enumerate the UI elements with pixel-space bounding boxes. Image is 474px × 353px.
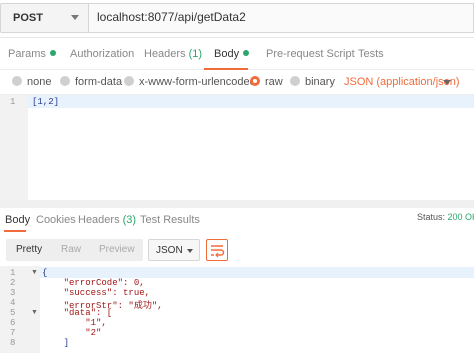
line-number: 2	[10, 278, 16, 288]
code-line: ]	[42, 338, 70, 348]
tab-pre-request-script-label: Pre-request Script	[266, 48, 355, 60]
resp-tab-headers-count: (3)	[122, 214, 137, 226]
radio-none[interactable]: none	[12, 76, 51, 88]
request-body-editor[interactable]: 1 [1,2]	[0, 94, 474, 201]
response-toolbar: Pretty Raw Preview JSON	[0, 232, 474, 266]
tab-authorization-label: Authorization	[70, 48, 135, 60]
radio-icon	[60, 76, 70, 86]
radio-binary-label: binary	[305, 76, 335, 88]
method-dropdown[interactable]: POST	[0, 3, 88, 33]
radio-selected-icon	[250, 76, 260, 86]
radio-none-label: none	[27, 76, 52, 88]
view-mode-group: Pretty Raw Preview	[6, 239, 143, 261]
request-url-bar: POST localhost:8077/api/getData2	[0, 0, 474, 38]
radio-raw-label: raw	[265, 76, 283, 88]
code-line: "data": [	[42, 308, 113, 318]
tab-pre-request-script[interactable]: Pre-request Script	[266, 48, 355, 60]
response-status: Status: 200 OK	[417, 212, 474, 222]
tab-tests[interactable]: Tests	[358, 48, 384, 60]
tab-body[interactable]: Body	[214, 48, 250, 60]
radio-form-data-label: form-data	[75, 76, 123, 88]
tab-headers-count: (1)	[188, 48, 203, 60]
line-number-gutter	[0, 95, 28, 201]
code-line: "success": true,	[42, 288, 151, 298]
response-tabs: Body Cookies Headers (3) Test Results	[0, 208, 474, 232]
status-label: Status:	[417, 212, 446, 222]
format-dropdown[interactable]: JSON	[148, 239, 200, 261]
section-divider	[0, 200, 474, 208]
line-number: 5	[10, 308, 16, 318]
pretty-button[interactable]: Pretty	[16, 244, 42, 255]
format-label: JSON	[156, 245, 183, 256]
radio-urlencoded-label: x-www-form-urlencoded	[139, 76, 256, 88]
resp-tab-test-results[interactable]: Test Results	[140, 214, 200, 226]
wrap-lines-button[interactable]	[206, 239, 228, 261]
line-number: 4	[10, 298, 16, 308]
url-input[interactable]: localhost:8077/api/getData2	[88, 3, 474, 33]
line-number: 1	[10, 268, 16, 278]
code-line: "1",	[42, 318, 107, 328]
radio-binary[interactable]: binary	[290, 76, 335, 88]
tab-params-label: Params	[8, 48, 46, 60]
preview-button[interactable]: Preview	[99, 244, 135, 255]
chevron-down-icon	[443, 80, 451, 85]
raw-button[interactable]: Raw	[61, 244, 81, 255]
code-line: {	[42, 268, 48, 278]
radio-form-data[interactable]: form-data	[60, 76, 122, 88]
response-body-viewer[interactable]: 1 2 3 4 5 6 7 8 ▼ ▼ { "errorCode": 0, "s…	[0, 266, 474, 353]
code-line: "errorCode": 0,	[42, 278, 145, 288]
line-number: 1	[10, 97, 16, 107]
status-value: 200 OK	[447, 212, 474, 222]
request-tabs: Params Authorization Headers (1) Body Pr…	[0, 38, 474, 70]
line-number: 3	[10, 288, 16, 298]
tab-tests-label: Tests	[358, 48, 384, 60]
radio-raw[interactable]: raw	[250, 76, 283, 88]
resp-tab-body[interactable]: Body	[5, 214, 30, 226]
code-line: "2"	[42, 328, 102, 338]
resp-tab-headers-label: Headers	[78, 214, 120, 226]
method-label: POST	[13, 12, 43, 24]
fold-toggle-icon[interactable]: ▼	[31, 269, 38, 276]
active-line-highlight	[28, 95, 474, 108]
active-line-highlight	[40, 267, 474, 278]
resp-tab-headers[interactable]: Headers (3)	[78, 214, 136, 226]
wrap-lines-icon	[211, 245, 225, 258]
line-number: 7	[10, 328, 16, 338]
body-indicator-icon	[243, 50, 250, 56]
code-line: [1,2]	[32, 97, 60, 107]
radio-x-www-form-urlencoded[interactable]: x-www-form-urlencoded	[124, 76, 256, 88]
resp-tab-cookies[interactable]: Cookies	[36, 214, 76, 226]
line-number: 6	[10, 318, 16, 328]
tab-headers-label: Headers	[144, 48, 186, 60]
tab-authorization[interactable]: Authorization	[70, 48, 134, 60]
fold-toggle-icon[interactable]: ▼	[31, 309, 38, 316]
radio-icon	[124, 76, 134, 86]
radio-icon	[12, 76, 22, 86]
params-indicator-icon	[49, 50, 56, 56]
tab-headers[interactable]: Headers (1)	[144, 48, 202, 60]
chevron-down-icon	[71, 15, 79, 20]
tab-params[interactable]: Params	[8, 48, 56, 60]
chevron-down-icon	[187, 249, 193, 253]
body-type-options: none form-data x-www-form-urlencoded raw…	[0, 70, 474, 94]
radio-icon	[290, 76, 300, 86]
tab-body-label: Body	[214, 48, 240, 60]
line-number: 8	[10, 338, 16, 348]
